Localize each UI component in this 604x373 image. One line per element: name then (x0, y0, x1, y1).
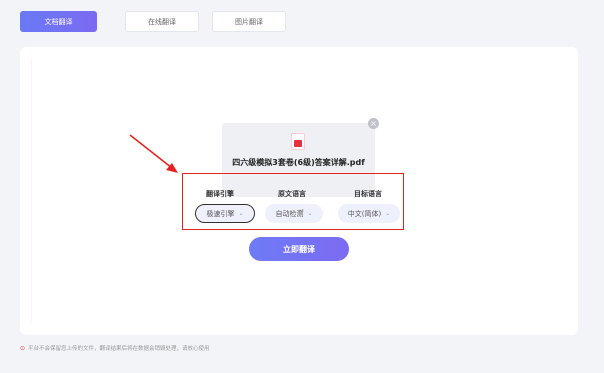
privacy-notice: ⊙ 平台不会保留您上传的文件，翻译结果后将在数据会销毁处理，请放心使用 (20, 344, 210, 353)
privacy-notice-text: 平台不会保留您上传的文件，翻译结果后将在数据会销毁处理，请放心使用 (28, 346, 210, 352)
warning-icon: ⊙ (20, 344, 26, 352)
annotation-arrow-icon (129, 134, 178, 173)
